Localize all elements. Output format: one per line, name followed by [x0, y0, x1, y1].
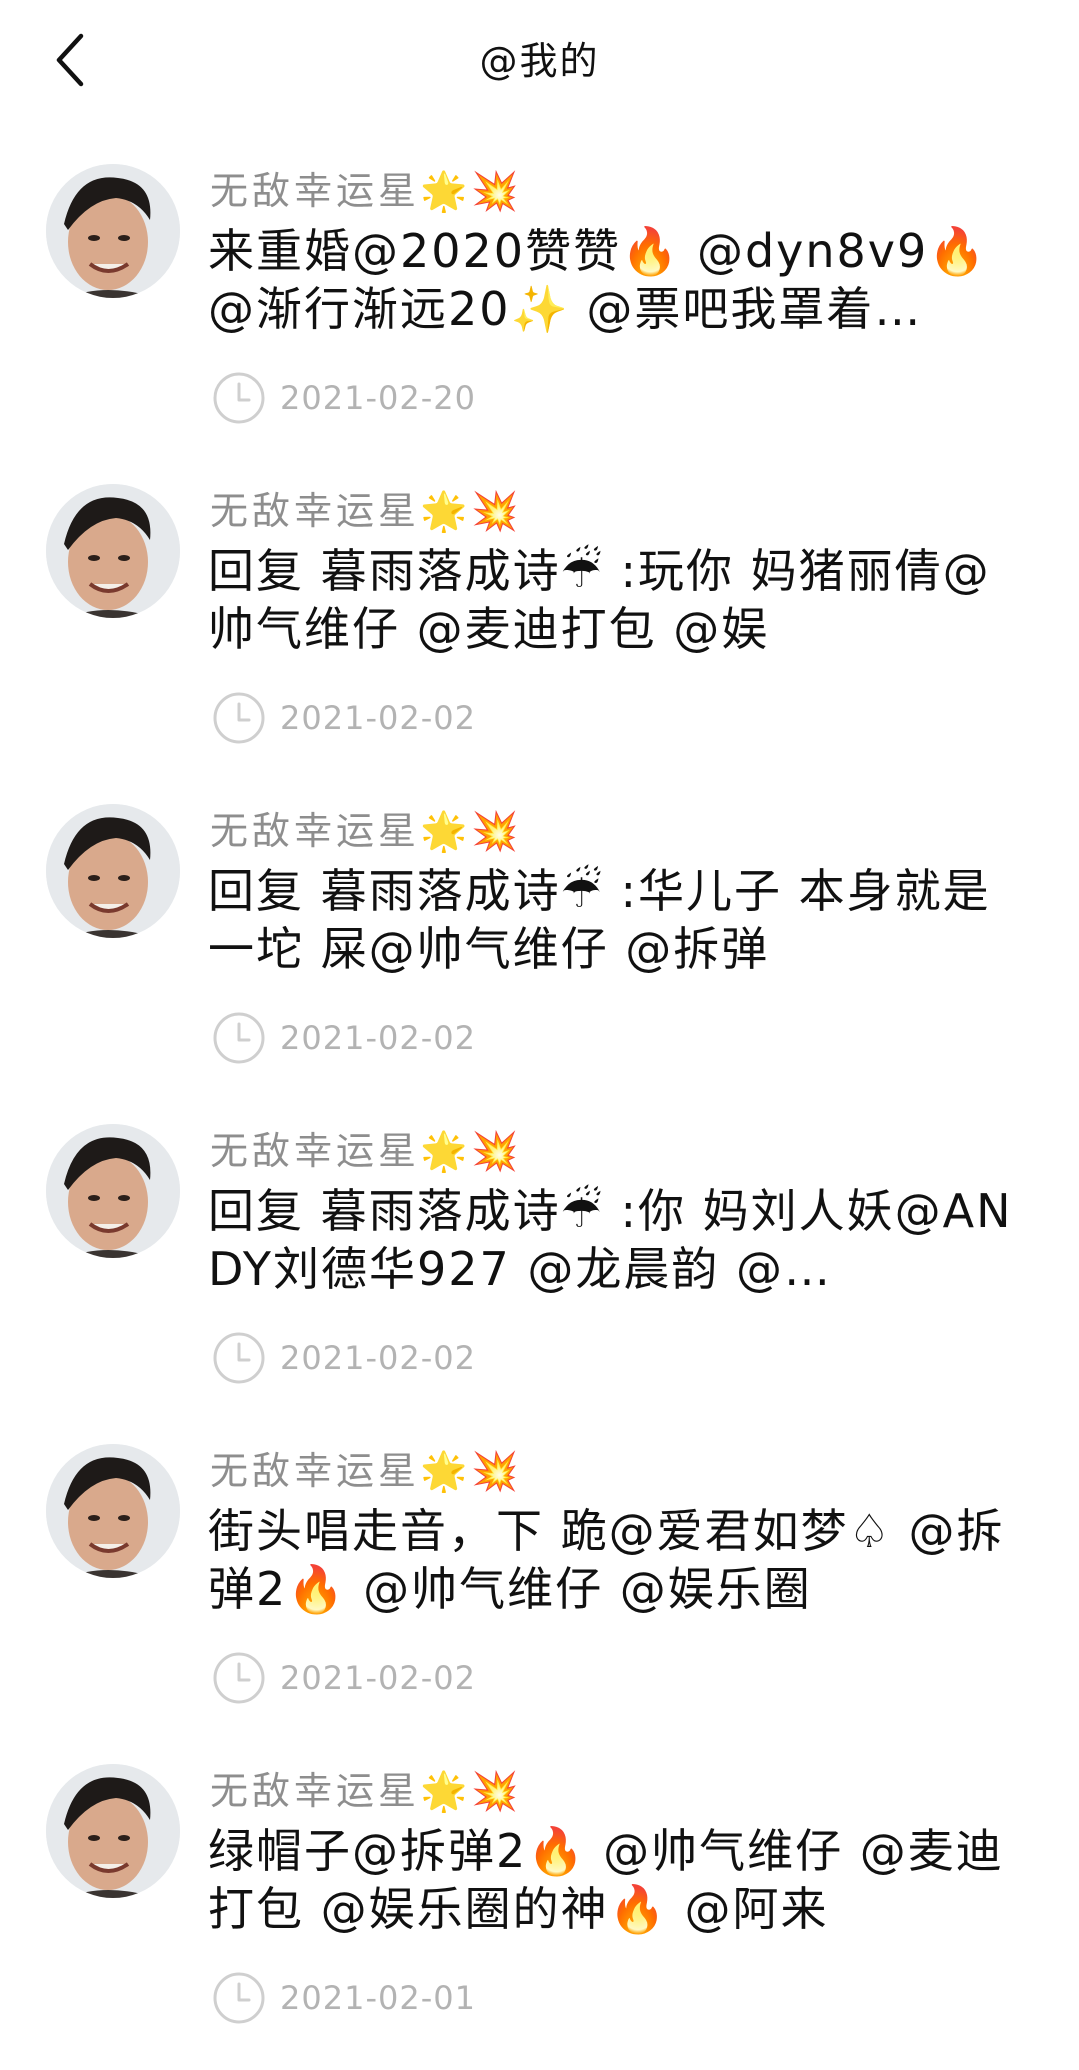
top-bar: @我的: [0, 0, 1079, 120]
avatar-image: [46, 1444, 180, 1578]
clock-icon: [213, 372, 265, 424]
avatar[interactable]: [46, 164, 180, 298]
avatar[interactable]: [46, 1444, 180, 1578]
avatar[interactable]: [46, 484, 180, 618]
mention-content[interactable]: 回复 暮雨落成诗☔ :华儿子 本身就是一坨 屎@帅气维仔 @拆弹: [208, 862, 1038, 978]
avatar-image: [46, 1124, 180, 1258]
user-name[interactable]: 无敌幸运星🌟💥: [210, 1760, 523, 1815]
avatar-image: [46, 164, 180, 298]
clock-icon: [213, 692, 265, 744]
timestamp: 2021-02-01: [280, 1979, 476, 2017]
clock-icon: [213, 1332, 265, 1384]
user-name[interactable]: 无敌幸运星🌟💥: [210, 160, 523, 215]
timestamp: 2021-02-02: [280, 1339, 476, 1377]
mention-item[interactable]: 无敌幸运星🌟💥 来重婚@2020赞赞🔥 @dyn8v9🔥 @渐行渐远20✨ @票…: [0, 150, 1079, 470]
avatar[interactable]: [46, 1124, 180, 1258]
mention-item[interactable]: 无敌幸运星🌟💥 回复 暮雨落成诗☔ :华儿子 本身就是一坨 屎@帅气维仔 @拆弹…: [0, 790, 1079, 1110]
mention-item[interactable]: 无敌幸运星🌟💥 街头唱走音，下 跪@爱君如梦♤ @拆弹2🔥 @帅气维仔 @娱乐圈…: [0, 1430, 1079, 1750]
mention-list: 无敌幸运星🌟💥 来重婚@2020赞赞🔥 @dyn8v9🔥 @渐行渐远20✨ @票…: [0, 150, 1079, 2070]
timestamp: 2021-02-02: [280, 699, 476, 737]
timestamp: 2021-02-02: [280, 1019, 476, 1057]
avatar[interactable]: [46, 1764, 180, 1898]
timestamp-row: 2021-02-20: [212, 370, 476, 426]
mention-item[interactable]: 无敌幸运星🌟💥 绿帽子@拆弹2🔥 @帅气维仔 @麦迪打包 @娱乐圈的神🔥 @阿来…: [0, 1750, 1079, 2070]
avatar-image: [46, 804, 180, 938]
timestamp: 2021-02-20: [280, 379, 476, 417]
timestamp-row: 2021-02-01: [212, 1970, 476, 2026]
avatar-image: [46, 1764, 180, 1898]
avatar[interactable]: [46, 804, 180, 938]
user-name[interactable]: 无敌幸运星🌟💥: [210, 800, 523, 855]
mention-content[interactable]: 绿帽子@拆弹2🔥 @帅气维仔 @麦迪打包 @娱乐圈的神🔥 @阿来: [208, 1822, 1038, 1938]
user-name[interactable]: 无敌幸运星🌟💥: [210, 480, 523, 535]
clock-icon: [213, 1972, 265, 2024]
avatar-image: [46, 484, 180, 618]
timestamp-row: 2021-02-02: [212, 1330, 476, 1386]
user-name[interactable]: 无敌幸运星🌟💥: [210, 1440, 523, 1495]
timestamp-row: 2021-02-02: [212, 1010, 476, 1066]
timestamp-row: 2021-02-02: [212, 690, 476, 746]
clock-icon: [213, 1652, 265, 1704]
mention-content[interactable]: 回复 暮雨落成诗☔ :你 妈刘人妖@ANDY刘德华927 @龙晨韵 @…: [208, 1182, 1038, 1298]
mention-item[interactable]: 无敌幸运星🌟💥 回复 暮雨落成诗☔ :玩你 妈猪丽倩@帅气维仔 @麦迪打包 @娱…: [0, 470, 1079, 790]
user-name[interactable]: 无敌幸运星🌟💥: [210, 1120, 523, 1175]
mention-content[interactable]: 街头唱走音，下 跪@爱君如梦♤ @拆弹2🔥 @帅气维仔 @娱乐圈: [208, 1502, 1038, 1618]
page-title: @我的: [479, 39, 600, 83]
timestamp: 2021-02-02: [280, 1659, 476, 1697]
mention-item[interactable]: 无敌幸运星🌟💥 回复 暮雨落成诗☔ :你 妈刘人妖@ANDY刘德华927 @龙晨…: [0, 1110, 1079, 1430]
mention-content[interactable]: 回复 暮雨落成诗☔ :玩你 妈猪丽倩@帅气维仔 @麦迪打包 @娱: [208, 542, 1038, 658]
mention-content[interactable]: 来重婚@2020赞赞🔥 @dyn8v9🔥 @渐行渐远20✨ @票吧我罩着…: [208, 222, 1038, 338]
clock-icon: [213, 1012, 265, 1064]
timestamp-row: 2021-02-02: [212, 1650, 476, 1706]
